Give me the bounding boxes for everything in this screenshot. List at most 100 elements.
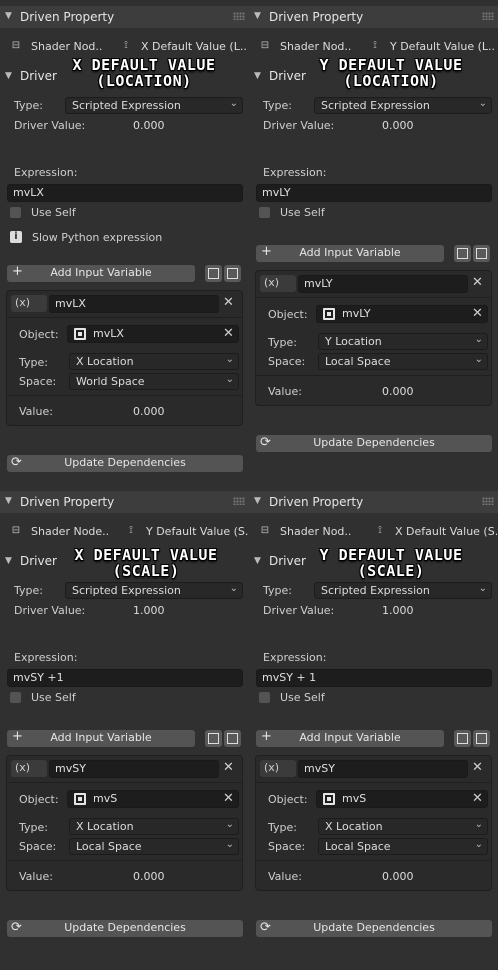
expression-field[interactable]: mvLY bbox=[256, 184, 492, 202]
driven-tab-property[interactable]: Y Default Value (S.. bbox=[146, 525, 248, 538]
paste-variables-button[interactable] bbox=[473, 730, 490, 747]
variable-name-field[interactable]: mvSY bbox=[298, 760, 468, 778]
remove-variable-icon[interactable]: ✕ bbox=[223, 295, 234, 310]
divider bbox=[256, 375, 491, 376]
slow-python-warning: Slow Python expression bbox=[32, 231, 163, 244]
variable-name-field[interactable]: mvLX bbox=[49, 295, 219, 313]
transform-type-dropdown[interactable]: X Location ⌄ bbox=[69, 818, 239, 835]
shader-icon: ⟟ bbox=[124, 40, 128, 51]
update-dependencies-button[interactable]: ⟳ Update Dependencies bbox=[256, 435, 492, 452]
variable-type-selector[interactable]: (x) bbox=[11, 760, 47, 777]
copy-variables-button[interactable] bbox=[205, 730, 222, 747]
driven-property-title: Driven Property bbox=[269, 495, 364, 509]
expression-field[interactable]: mvSY + 1 bbox=[256, 669, 492, 687]
drag-grip-icon[interactable] bbox=[482, 12, 494, 20]
expression-field[interactable]: mvLX bbox=[7, 184, 243, 202]
annotation-label: Y DEFAULT VALUE (SCALE) bbox=[307, 547, 475, 579]
driver-type-dropdown[interactable]: Scripted Expression ⌄ bbox=[65, 582, 243, 599]
object-icon bbox=[74, 793, 86, 805]
collapse-triangle-icon[interactable]: ▼ bbox=[5, 71, 12, 81]
copy-variables-button[interactable] bbox=[205, 265, 222, 282]
object-field[interactable]: mvLX ✕ bbox=[67, 325, 239, 343]
variable-type-label: Type: bbox=[268, 336, 297, 349]
collapse-triangle-icon[interactable]: ▼ bbox=[254, 496, 261, 506]
paste-variables-button[interactable] bbox=[224, 265, 241, 282]
driven-tab-property[interactable]: X Default Value (L.. bbox=[141, 40, 247, 53]
input-variable-box: (x) mvLX ✕ Object: mvLX ✕ Type: X Locati… bbox=[6, 290, 243, 426]
transform-type-dropdown[interactable]: Y Location ⌄ bbox=[318, 333, 488, 350]
use-self-checkbox[interactable] bbox=[259, 207, 270, 218]
input-variable-box: (x) mvSY ✕ Object: mvS ✕ Type: X Locatio… bbox=[6, 755, 243, 891]
collapse-triangle-icon[interactable]: ▼ bbox=[5, 11, 12, 21]
variable-type-selector[interactable]: (x) bbox=[260, 760, 296, 777]
collapse-triangle-icon[interactable]: ▼ bbox=[254, 556, 261, 566]
object-label: Object: bbox=[268, 308, 308, 321]
collapse-triangle-icon[interactable]: ▼ bbox=[5, 556, 12, 566]
clear-object-icon[interactable]: ✕ bbox=[223, 791, 234, 806]
driver-type-dropdown[interactable]: Scripted Expression ⌄ bbox=[314, 582, 492, 599]
variable-type-label: Type: bbox=[268, 821, 297, 834]
copy-variables-button[interactable] bbox=[454, 245, 471, 262]
copy-icon bbox=[208, 268, 219, 279]
expression-field[interactable]: mvSY +1 bbox=[7, 669, 243, 687]
variable-name-field[interactable]: mvSY bbox=[49, 760, 219, 778]
clear-object-icon[interactable]: ✕ bbox=[472, 306, 483, 321]
update-dependencies-button[interactable]: ⟳ Update Dependencies bbox=[7, 455, 243, 472]
transform-type-dropdown[interactable]: X Location ⌄ bbox=[318, 818, 488, 835]
add-input-variable-button[interactable]: + Add Input Variable bbox=[7, 264, 195, 282]
driven-tab-node[interactable]: Shader Nod.. bbox=[31, 40, 115, 53]
paste-variables-button[interactable] bbox=[473, 245, 490, 262]
collapse-triangle-icon[interactable]: ▼ bbox=[254, 71, 261, 81]
driven-tab-property[interactable]: X Default Value (S.. bbox=[395, 525, 497, 538]
transform-type-value: X Location bbox=[76, 820, 134, 833]
space-dropdown[interactable]: World Space ⌄ bbox=[69, 373, 239, 390]
update-dependencies-button[interactable]: ⟳ Update Dependencies bbox=[256, 920, 492, 937]
driven-tab-property[interactable]: Y Default Value (L.. bbox=[390, 40, 496, 53]
use-self-label: Use Self bbox=[31, 691, 76, 704]
remove-variable-icon[interactable]: ✕ bbox=[223, 760, 234, 775]
divider bbox=[7, 860, 242, 861]
driver-type-dropdown[interactable]: Scripted Expression ⌄ bbox=[314, 97, 492, 114]
drag-grip-icon[interactable] bbox=[233, 497, 245, 505]
variable-type-selector[interactable]: (x) bbox=[11, 295, 47, 312]
driven-tab-node[interactable]: Shader Node.. bbox=[31, 525, 119, 538]
add-input-variable-button[interactable]: + Add Input Variable bbox=[256, 244, 444, 262]
driven-property-header[interactable]: ▼ Driven Property bbox=[0, 6, 249, 28]
variable-value: 0.000 bbox=[382, 385, 414, 398]
driven-tab-node[interactable]: Shader Nod.. bbox=[280, 40, 364, 53]
drag-grip-icon[interactable] bbox=[233, 12, 245, 20]
collapse-triangle-icon[interactable]: ▼ bbox=[254, 11, 261, 21]
space-dropdown[interactable]: Local Space ⌄ bbox=[318, 353, 488, 370]
space-dropdown[interactable]: Local Space ⌄ bbox=[318, 838, 488, 855]
annotation-line-2: (LOCATION) bbox=[343, 72, 439, 90]
clear-object-icon[interactable]: ✕ bbox=[223, 326, 234, 341]
collapse-triangle-icon[interactable]: ▼ bbox=[5, 496, 12, 506]
object-field[interactable]: mvS ✕ bbox=[316, 790, 488, 808]
driven-property-row: ⊟ Shader Nod.. ⟟ X Default Value (S.. bbox=[249, 519, 498, 543]
driven-property-header[interactable]: ▼ Driven Property bbox=[249, 491, 498, 513]
update-dependencies-button[interactable]: ⟳ Update Dependencies bbox=[7, 920, 243, 937]
driven-property-header[interactable]: ▼ Driven Property bbox=[0, 491, 249, 513]
use-self-checkbox[interactable] bbox=[10, 692, 21, 703]
space-dropdown[interactable]: Local Space ⌄ bbox=[69, 838, 239, 855]
remove-variable-icon[interactable]: ✕ bbox=[472, 760, 483, 775]
object-field[interactable]: mvS ✕ bbox=[67, 790, 239, 808]
drag-grip-icon[interactable] bbox=[482, 497, 494, 505]
variable-type-selector[interactable]: (x) bbox=[260, 275, 296, 292]
remove-variable-icon[interactable]: ✕ bbox=[472, 275, 483, 290]
chevron-down-icon: ⌄ bbox=[225, 354, 234, 365]
clear-object-icon[interactable]: ✕ bbox=[472, 791, 483, 806]
variable-name-field[interactable]: mvLY bbox=[298, 275, 468, 293]
paste-variables-button[interactable] bbox=[224, 730, 241, 747]
use-self-checkbox[interactable] bbox=[10, 207, 21, 218]
add-input-variable-button[interactable]: + Add Input Variable bbox=[256, 729, 444, 747]
driver-type-dropdown[interactable]: Scripted Expression ⌄ bbox=[65, 97, 243, 114]
add-input-variable-button[interactable]: + Add Input Variable bbox=[7, 729, 195, 747]
object-field[interactable]: mvLY ✕ bbox=[316, 305, 488, 323]
copy-variables-button[interactable] bbox=[454, 730, 471, 747]
transform-type-dropdown[interactable]: X Location ⌄ bbox=[69, 353, 239, 370]
use-self-checkbox[interactable] bbox=[259, 692, 270, 703]
driven-property-header[interactable]: ▼ Driven Property bbox=[249, 6, 498, 28]
add-input-variable-label: Add Input Variable bbox=[50, 266, 152, 279]
driven-tab-node[interactable]: Shader Nod.. bbox=[280, 525, 364, 538]
